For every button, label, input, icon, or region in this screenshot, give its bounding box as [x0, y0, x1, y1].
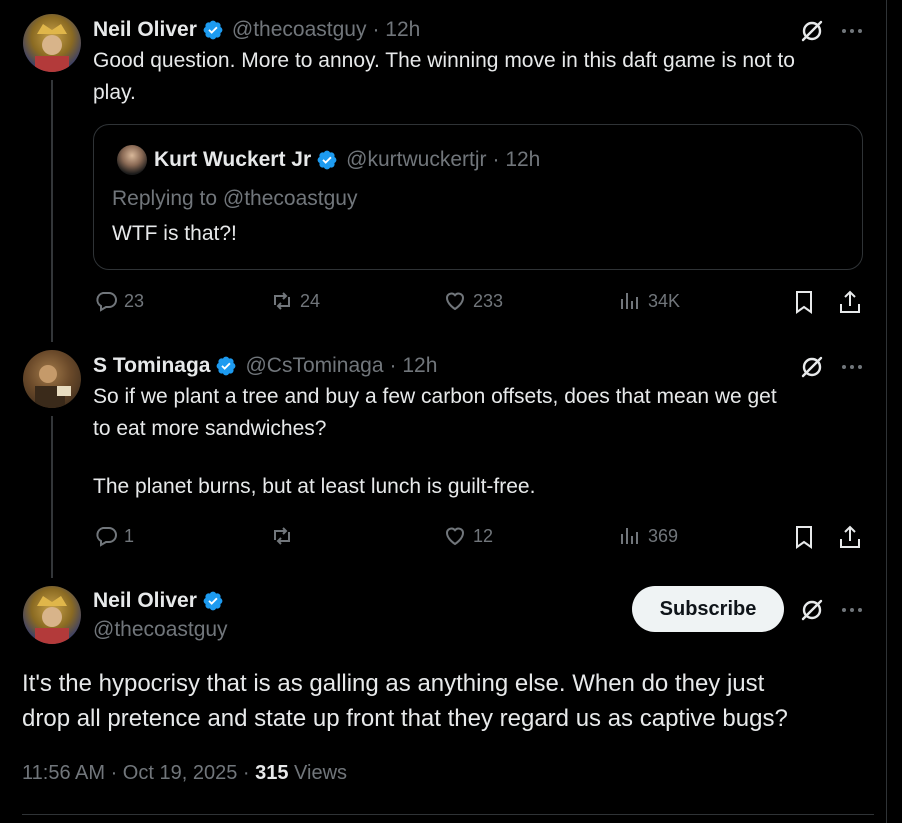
handle: @kurtwuckertjr	[346, 148, 487, 171]
tweet-header: S Tominaga @CsTominaga · 12h	[93, 350, 437, 382]
reply-button[interactable]: 1	[94, 524, 134, 548]
display-name: Kurt Wuckert Jr	[154, 148, 312, 171]
reply-icon	[96, 527, 117, 547]
like-button[interactable]: 233	[443, 289, 503, 313]
views-button[interactable]: 34K	[618, 289, 680, 313]
avatar[interactable]	[23, 350, 81, 408]
display-name[interactable]: S Tominaga	[93, 354, 210, 378]
grok-icon[interactable]	[798, 353, 826, 381]
like-icon	[445, 527, 465, 546]
repost-count: 24	[300, 290, 321, 311]
views-button[interactable]: 369	[618, 524, 678, 548]
tweet-text: So if we plant a tree and buy a few carb…	[93, 385, 777, 498]
display-name[interactable]: Neil Oliver	[93, 589, 197, 613]
bookmark-icon[interactable]	[790, 523, 818, 551]
repost-icon	[274, 527, 290, 545]
verified-badge-icon	[317, 150, 337, 170]
avatar[interactable]	[23, 14, 81, 72]
more-icon[interactable]	[838, 17, 866, 45]
repost-button[interactable]: 24	[270, 289, 320, 313]
timestamp: · 12h	[492, 148, 541, 171]
handle[interactable]: @CsTominaga	[245, 354, 383, 378]
like-count: 233	[473, 290, 504, 311]
thread-connector	[51, 80, 53, 342]
avatar[interactable]	[117, 145, 147, 175]
grok-icon[interactable]	[798, 17, 826, 45]
tweet-header: Neil Oliver @thecoastguy · 12h	[93, 14, 420, 46]
timestamp[interactable]: 11:56 AM · Oct 19, 2025 ·	[22, 762, 250, 784]
views-icon	[621, 528, 638, 544]
like-icon	[445, 292, 465, 311]
column-divider	[886, 0, 887, 823]
replying-to: Replying to @thecoastguy	[112, 187, 358, 210]
views-count: 315	[255, 762, 289, 784]
subscribe-button[interactable]: Subscribe	[632, 586, 784, 632]
timestamp[interactable]: · 12h	[390, 354, 438, 378]
tweet-meta: 11:56 AM · Oct 19, 2025 · 315 Views	[22, 762, 347, 785]
verified-badge-icon[interactable]	[202, 590, 224, 612]
views-count: 369	[648, 525, 679, 546]
reply-count: 23	[124, 290, 145, 311]
share-icon[interactable]	[836, 288, 864, 316]
main-tweet-header: Neil Oliver	[93, 586, 224, 616]
like-count: 12	[473, 525, 494, 546]
verified-badge-icon[interactable]	[215, 355, 237, 377]
more-icon[interactable]	[838, 596, 866, 624]
tweet-text: Good question. More to annoy. The winnin…	[93, 49, 795, 104]
reply-count: 1	[124, 525, 135, 546]
divider	[22, 814, 874, 815]
like-button[interactable]: 12	[443, 524, 493, 548]
handle[interactable]: @thecoastguy	[232, 18, 367, 42]
avatar[interactable]	[23, 586, 81, 644]
more-icon[interactable]	[838, 353, 866, 381]
reply-button[interactable]: 23	[94, 289, 144, 313]
display-name[interactable]: Neil Oliver	[93, 18, 197, 42]
grok-icon[interactable]	[798, 596, 826, 624]
quote-text: WTF is that?!	[112, 222, 237, 245]
main-tweet-text: It's the hypocrisy that is as galling as…	[22, 670, 788, 732]
views-count: 34K	[648, 290, 681, 311]
repost-button[interactable]	[270, 524, 300, 548]
thread-connector	[51, 416, 53, 578]
views-label: Views	[294, 762, 348, 784]
quoted-tweet-card[interactable]: Kurt Wuckert Jr @kurtwuckertjr · 12h Rep…	[93, 124, 863, 270]
quote-header: Kurt Wuckert Jr @kurtwuckertjr · 12h	[154, 144, 540, 176]
conversation-thread: Neil Oliver @thecoastguy · 12h Good ques…	[0, 0, 902, 823]
share-icon[interactable]	[836, 523, 864, 551]
views-icon	[621, 293, 638, 309]
timestamp[interactable]: · 12h	[372, 18, 420, 42]
repost-icon	[274, 292, 290, 310]
bookmark-icon[interactable]	[790, 288, 818, 316]
handle[interactable]: @thecoastguy	[93, 614, 228, 646]
reply-icon	[96, 292, 117, 312]
verified-badge-icon[interactable]	[202, 19, 224, 41]
